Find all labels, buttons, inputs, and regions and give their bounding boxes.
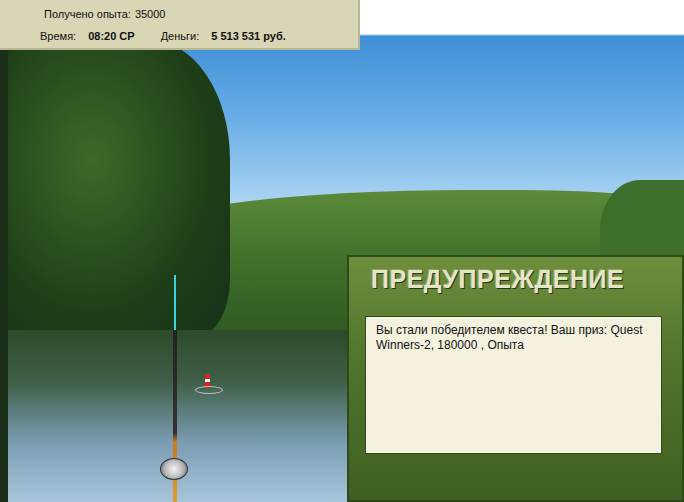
dialog-message: Вы стали победителем квеста! Ваш приз: Q…	[365, 316, 662, 454]
edge-strip	[0, 40, 8, 502]
money-value: 5 513 531 руб.	[211, 30, 286, 42]
status-panel: Получено опыта: 35000 Время: 08:20 СР Деньги…	[0, 0, 360, 50]
time-value: 08:20 СР	[88, 30, 134, 42]
experience-row: Получено опыта: 35000	[0, 8, 358, 20]
money-label: Деньги:	[161, 30, 200, 42]
warning-dialog: ПРЕДУПРЕЖДЕНИЕ Вы стали победителем квест…	[347, 255, 684, 502]
fishing-line	[174, 275, 176, 330]
time-label: Время:	[40, 30, 76, 42]
experience-value: 35000	[135, 8, 166, 20]
game-screen: Получено опыта: 35000 Время: 08:20 СР Деньги…	[0, 0, 684, 502]
trees	[0, 40, 230, 340]
reel-icon[interactable]	[160, 458, 188, 480]
ripple-icon	[195, 386, 223, 394]
info-row: Время: 08:20 СР Деньги: 5 513 531 руб.	[0, 30, 358, 42]
dialog-title: ПРЕДУПРЕЖДЕНИЕ	[365, 265, 662, 294]
experience-label: Получено опыта:	[44, 8, 131, 20]
